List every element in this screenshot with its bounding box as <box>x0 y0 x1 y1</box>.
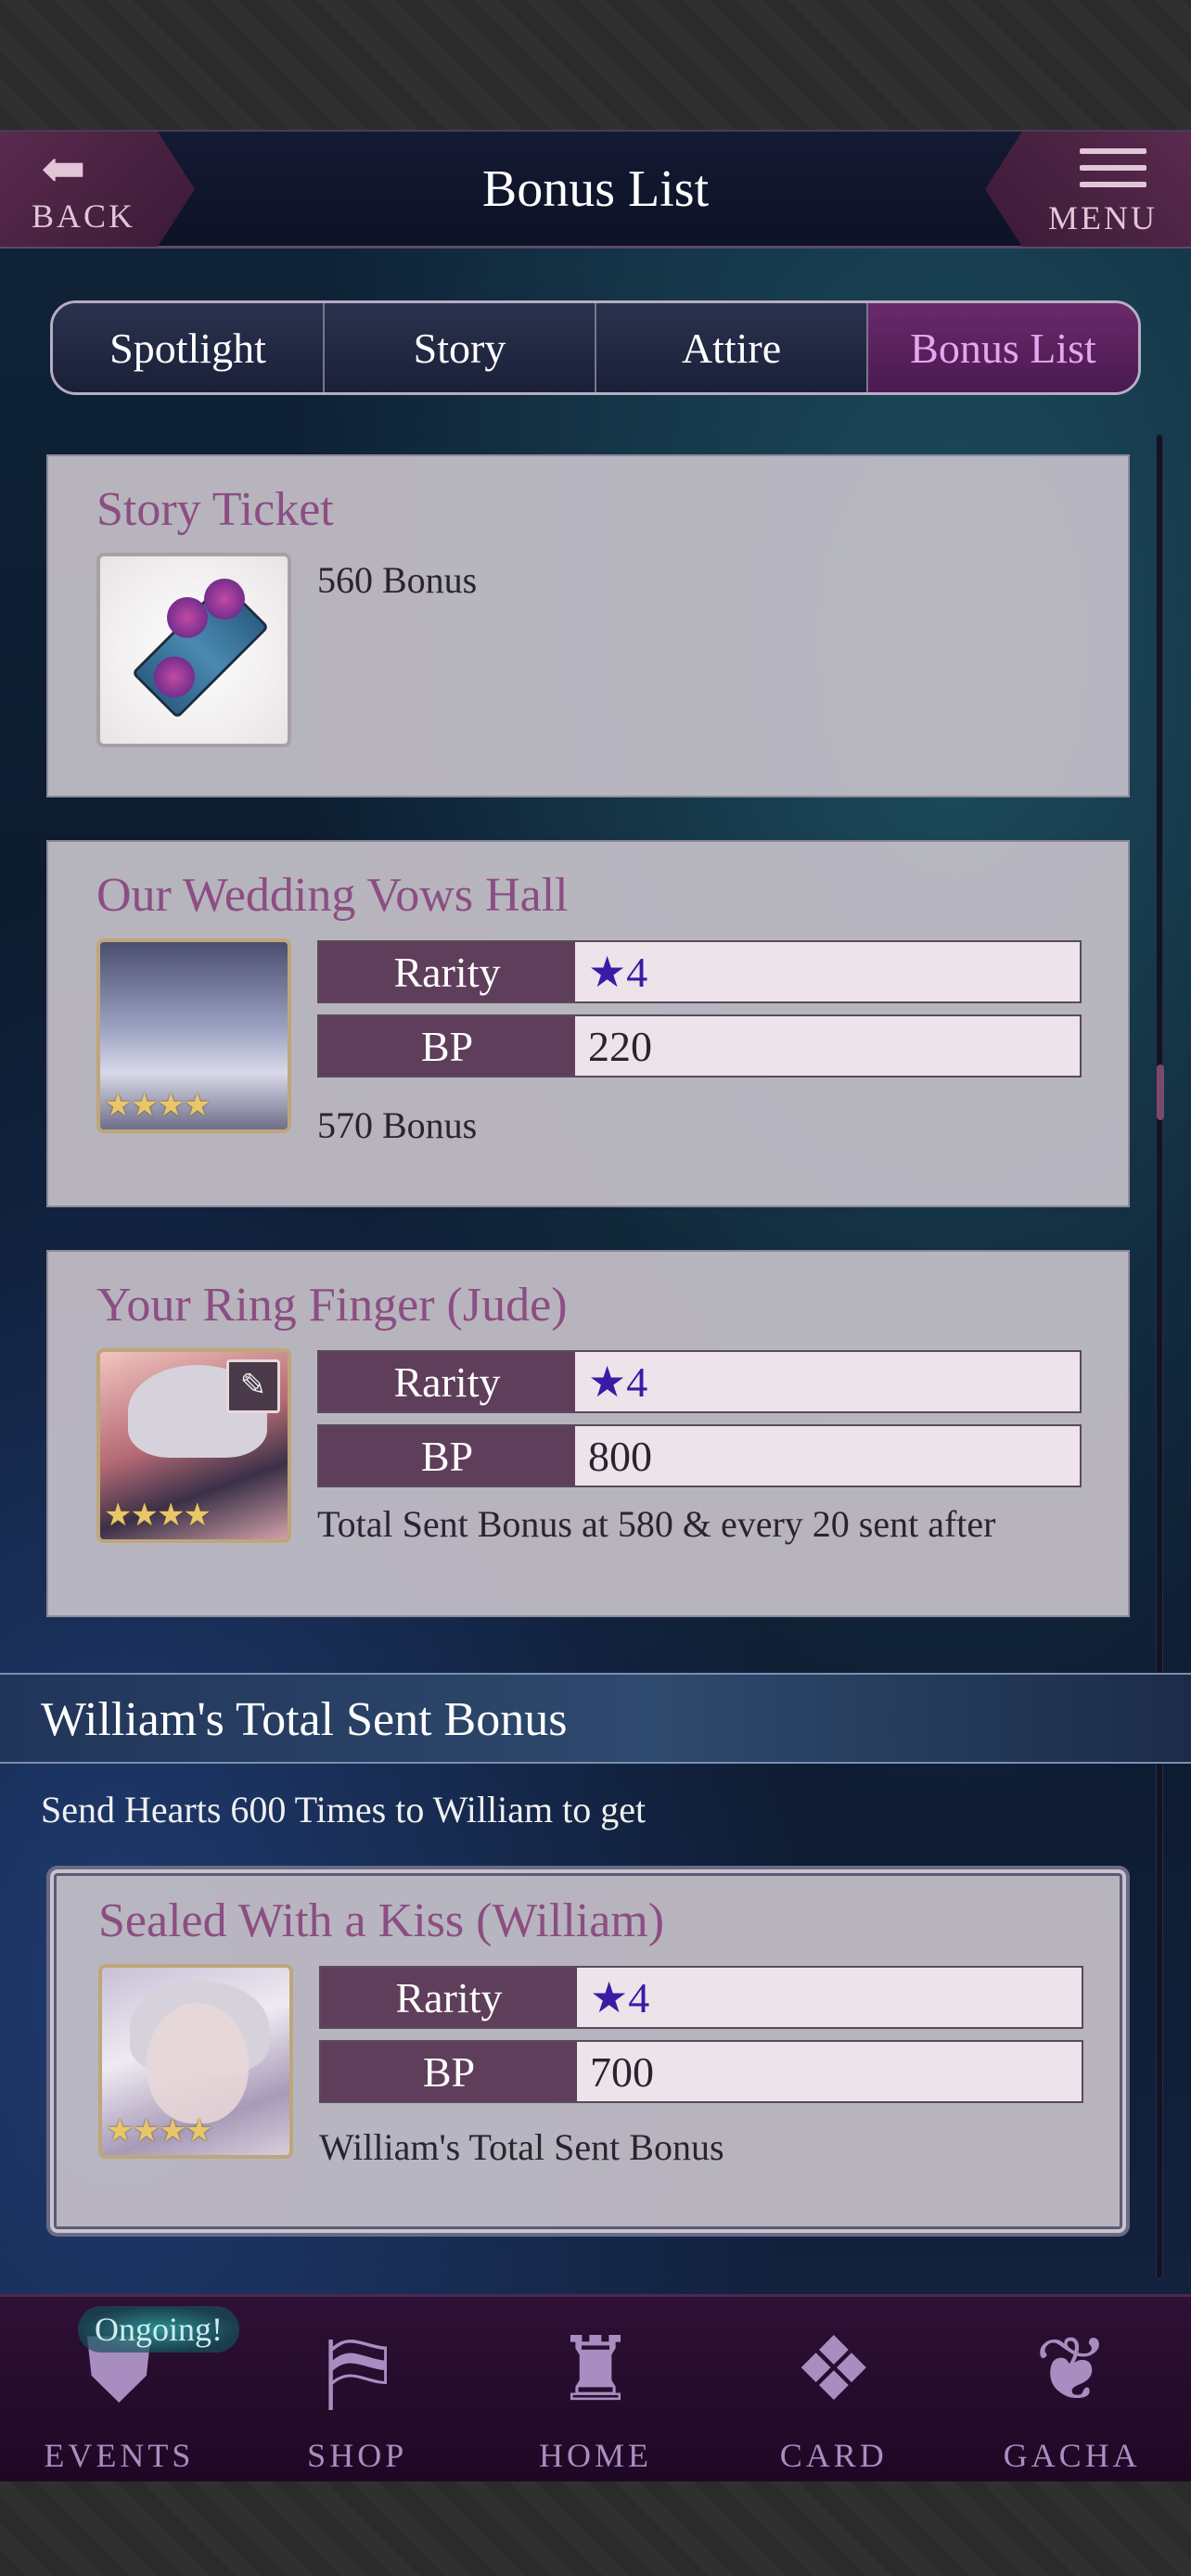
bp-value: 700 <box>577 2042 1082 2101</box>
cards-icon: ❖ <box>793 2320 874 2419</box>
status-bar-area <box>0 0 1191 130</box>
card-title: Our Wedding Vows Hall <box>96 869 569 922</box>
rose-decoration <box>167 597 208 638</box>
rarity-stars: ★★★★ <box>104 1089 211 1123</box>
tab-attire[interactable]: Attire <box>596 303 868 392</box>
rarity-value: ★4 <box>575 942 1080 1001</box>
section-subtitle: Send Hearts 600 Times to William to get <box>41 1789 647 1830</box>
nav-label: CARD <box>779 2437 888 2474</box>
card-title: Story Ticket <box>96 483 334 536</box>
bp-label: BP <box>321 2042 577 2101</box>
bonus-description: William's Total Sent Bonus <box>319 2126 724 2168</box>
card-thumbnail[interactable]: ✎ ★★★★ <box>96 1348 291 1543</box>
tab-spotlight[interactable]: Spotlight <box>53 303 325 392</box>
card-thumbnail[interactable]: ★★★★ <box>96 938 291 1133</box>
bp-value: 220 <box>575 1016 1080 1076</box>
card-thumbnail[interactable]: ★★★★ <box>98 1964 293 2159</box>
scrollbar-thumb[interactable] <box>1157 1065 1164 1120</box>
rarity-row: Rarity ★4 <box>317 1350 1082 1413</box>
letter-pen-icon: ✎ <box>226 1359 280 1413</box>
bonus-amount: 560 Bonus <box>317 559 478 601</box>
nav-card[interactable]: ❖ CARD <box>714 2297 953 2481</box>
bp-label: BP <box>319 1016 575 1076</box>
rarity-label: Rarity <box>321 1968 577 2027</box>
rarity-row: Rarity ★4 <box>319 1966 1083 2029</box>
rarity-label: Rarity <box>319 1352 575 1411</box>
menu-label: MENU <box>1048 199 1158 236</box>
card-title: Your Ring Finger (Jude) <box>96 1279 568 1332</box>
portrait-face <box>147 2003 249 2123</box>
bonus-card-story-ticket: Story Ticket 560 Bonus <box>46 454 1130 797</box>
nav-shop[interactable]: ⛿ SHOP <box>238 2297 477 2481</box>
rarity-row: Rarity ★4 <box>317 940 1082 1003</box>
rarity-stars: ★★★★ <box>106 2114 213 2149</box>
bp-row: BP 800 <box>317 1424 1082 1487</box>
card-title: Sealed With a Kiss (William) <box>98 1894 665 1947</box>
bonus-card-ring-finger-jude: Your Ring Finger (Jude) ✎ ★★★★ Rarity ★4… <box>46 1250 1130 1617</box>
tab-bar: Spotlight Story Attire Bonus List <box>50 300 1141 395</box>
nav-home[interactable]: ♜ HOME <box>477 2297 715 2481</box>
bonus-card-wedding-vows-hall: Our Wedding Vows Hall ★★★★ Rarity ★4 BP … <box>46 840 1130 1207</box>
shop-sign-icon: ⛿ <box>325 2320 391 2419</box>
home-indicator-area <box>0 2481 1191 2576</box>
menu-button[interactable]: MENU <box>985 132 1191 247</box>
nav-label: HOME <box>538 2437 652 2474</box>
bonus-description: Total Sent Bonus at 580 & every 20 sent … <box>317 1503 996 1545</box>
reward-card-sealed-with-a-kiss: Sealed With a Kiss (William) ★★★★ Rarity… <box>46 1866 1130 2237</box>
bp-row: BP 700 <box>319 2040 1083 2103</box>
butterfly-icon: ❦ <box>1034 2320 1109 2419</box>
rose-decoration <box>154 657 195 697</box>
rarity-value: ★4 <box>575 1352 1080 1411</box>
scrollbar-track[interactable] <box>1156 434 1163 2279</box>
rarity-label: Rarity <box>319 942 575 1001</box>
bp-row: BP 220 <box>317 1014 1082 1078</box>
section-title: William's Total Sent Bonus <box>41 1693 568 1746</box>
ongoing-badge: Ongoing! <box>78 2306 239 2353</box>
menu-icon <box>1080 148 1146 198</box>
nav-events[interactable]: ⛊ Ongoing! EVENTS <box>0 2297 239 2481</box>
nav-label: SHOP <box>307 2437 408 2474</box>
main-content: Spotlight Story Attire Bonus List Story … <box>0 249 1191 2294</box>
rarity-value: ★4 <box>577 1968 1082 2027</box>
nav-label: EVENTS <box>44 2437 195 2474</box>
tab-bonus-list[interactable]: Bonus List <box>868 303 1138 392</box>
bonus-amount: 570 Bonus <box>317 1104 478 1146</box>
nav-gacha[interactable]: ❦ GACHA <box>953 2297 1191 2481</box>
castle-icon: ♜ <box>555 2320 636 2419</box>
rarity-stars: ★★★★ <box>104 1498 211 1533</box>
bp-label: BP <box>319 1426 575 1486</box>
nav-label: GACHA <box>1003 2437 1141 2474</box>
rose-decoration <box>204 579 245 619</box>
bp-value: 800 <box>575 1426 1080 1486</box>
bottom-nav: ⛊ Ongoing! EVENTS ⛿ SHOP ♜ HOME ❖ CARD ❦… <box>0 2294 1191 2481</box>
top-header: ⬅ BACK Bonus List MENU <box>0 130 1191 249</box>
story-ticket-icon[interactable] <box>96 553 291 747</box>
section-banner: William's Total Sent Bonus <box>0 1673 1191 1764</box>
tab-story[interactable]: Story <box>325 303 596 392</box>
